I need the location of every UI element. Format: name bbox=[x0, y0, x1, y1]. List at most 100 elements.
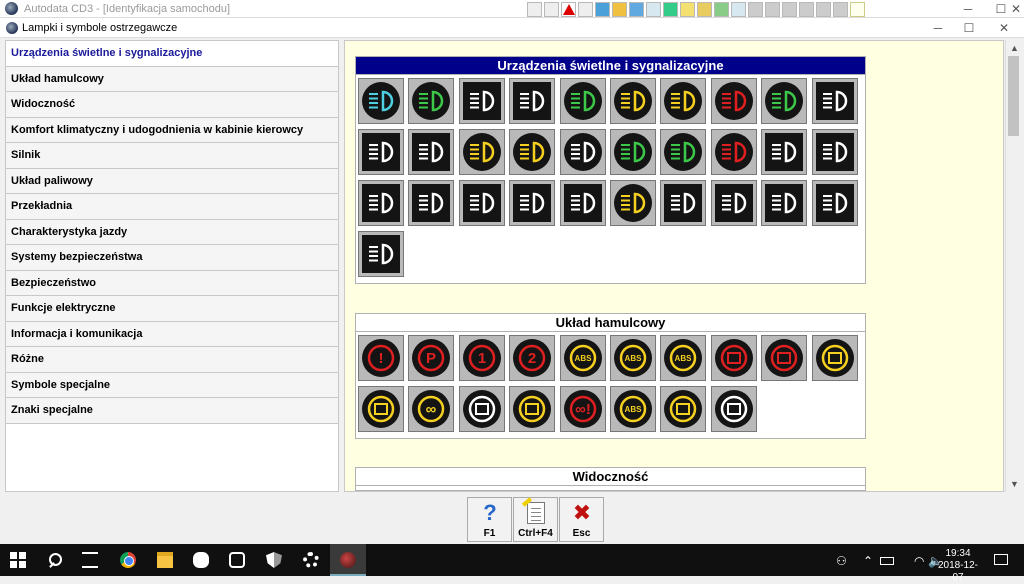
warning-symbol[interactable] bbox=[609, 128, 659, 179]
menu-item[interactable]: Silnik bbox=[6, 143, 338, 169]
notification-icon[interactable] bbox=[994, 554, 1008, 565]
menu-item[interactable]: Układ paliwowy bbox=[6, 168, 338, 194]
scroll-up-icon[interactable]: ▲ bbox=[1010, 43, 1019, 53]
outer-minimize-button[interactable]: ─ bbox=[952, 0, 984, 18]
warning-symbol[interactable] bbox=[458, 77, 508, 128]
warning-symbol[interactable] bbox=[811, 334, 861, 385]
warning-symbol[interactable] bbox=[357, 128, 407, 179]
menu-item[interactable]: Systemy bezpieczeństwa bbox=[6, 245, 338, 271]
warning-symbol[interactable] bbox=[458, 385, 508, 436]
warning-symbol[interactable] bbox=[559, 77, 609, 128]
first-page-icon[interactable] bbox=[527, 2, 542, 17]
warning-symbol[interactable] bbox=[508, 385, 558, 436]
system-clock[interactable]: 19:34 2018-12-07 bbox=[936, 548, 980, 584]
warning-symbol[interactable] bbox=[609, 179, 659, 230]
warning-symbol[interactable] bbox=[407, 179, 457, 230]
notes-icon[interactable] bbox=[850, 2, 865, 17]
warning-symbol[interactable] bbox=[659, 385, 709, 436]
warning-symbol[interactable]: ∞ bbox=[407, 385, 457, 436]
inner-maximize-button[interactable]: ☐ bbox=[953, 19, 985, 37]
warning-symbol[interactable] bbox=[559, 128, 609, 179]
warning-symbol[interactable]: P bbox=[407, 334, 457, 385]
warning-symbol[interactable] bbox=[710, 128, 760, 179]
warning-symbol[interactable] bbox=[609, 77, 659, 128]
warning-symbol[interactable] bbox=[760, 128, 810, 179]
battery-icon[interactable] bbox=[880, 557, 894, 565]
warning-symbol[interactable]: ∞! bbox=[559, 385, 609, 436]
warning-lamps-icon[interactable] bbox=[561, 2, 576, 17]
warning-symbol[interactable] bbox=[508, 179, 558, 230]
warning-symbol[interactable] bbox=[760, 77, 810, 128]
file-explorer-icon[interactable] bbox=[157, 552, 173, 568]
scroll-thumb[interactable] bbox=[1008, 56, 1019, 136]
chevron-up-icon[interactable]: ⌃ bbox=[863, 554, 873, 568]
people-icon[interactable]: ⚇ bbox=[836, 554, 847, 568]
abs-tool-icon[interactable] bbox=[782, 2, 797, 17]
menu-item[interactable]: Symbole specjalne bbox=[6, 372, 338, 398]
warning-symbol[interactable] bbox=[710, 77, 760, 128]
warning-symbol[interactable] bbox=[559, 179, 609, 230]
menu-item[interactable]: Informacja i komunikacja bbox=[6, 321, 338, 347]
copy-button[interactable]: Ctrl+F4 bbox=[513, 497, 558, 542]
warning-symbol[interactable] bbox=[760, 179, 810, 230]
inner-minimize-button[interactable]: ─ bbox=[922, 19, 954, 37]
warning-symbol[interactable] bbox=[458, 179, 508, 230]
warning-symbol[interactable] bbox=[357, 77, 407, 128]
belt-icon[interactable] bbox=[816, 2, 831, 17]
repair-times-icon[interactable] bbox=[697, 2, 712, 17]
outer-close-button[interactable]: ✕ bbox=[1008, 0, 1024, 18]
warning-symbol[interactable] bbox=[710, 385, 760, 436]
menu-item[interactable]: Urządzenia świetlne i sygnalizacyjne bbox=[6, 41, 338, 67]
exit-button[interactable]: ✖ Esc bbox=[559, 497, 604, 542]
engine-icon[interactable] bbox=[680, 2, 695, 17]
scroll-down-icon[interactable]: ▼ bbox=[1010, 479, 1019, 489]
warning-symbol[interactable] bbox=[760, 334, 810, 385]
warning-symbol[interactable] bbox=[508, 77, 558, 128]
prev-page-icon[interactable] bbox=[544, 2, 559, 17]
warning-symbol[interactable]: 2 bbox=[508, 334, 558, 385]
menu-item[interactable]: Komfort klimatyczny i udogodnienia w kab… bbox=[6, 117, 338, 143]
vertical-scrollbar[interactable]: ▲ ▼ bbox=[1005, 40, 1020, 492]
wiring-icon[interactable] bbox=[663, 2, 678, 17]
menu-item[interactable]: Charakterystyka jazdy bbox=[6, 219, 338, 245]
warning-symbol[interactable] bbox=[357, 385, 407, 436]
warning-symbol[interactable]: ABS bbox=[659, 334, 709, 385]
tyres-icon[interactable] bbox=[714, 2, 729, 17]
warning-symbol[interactable] bbox=[659, 179, 709, 230]
warning-symbol[interactable]: ! bbox=[357, 334, 407, 385]
warning-symbol[interactable] bbox=[357, 179, 407, 230]
warning-symbol[interactable] bbox=[407, 77, 457, 128]
warning-symbol[interactable]: ABS bbox=[609, 385, 659, 436]
help-button[interactable]: ? F1 bbox=[467, 497, 512, 542]
diagnostics-icon[interactable] bbox=[646, 2, 661, 17]
warning-symbol[interactable]: ABS bbox=[559, 334, 609, 385]
service-icon[interactable] bbox=[595, 2, 610, 17]
menu-item[interactable]: Różne bbox=[6, 347, 338, 373]
menu-item[interactable]: Układ hamulcowy bbox=[6, 66, 338, 92]
menu-item[interactable]: Bezpieczeństwo bbox=[6, 270, 338, 296]
warning-symbol[interactable]: ABS bbox=[609, 334, 659, 385]
wifi-icon[interactable]: ◠ bbox=[914, 554, 924, 568]
chrome-icon[interactable] bbox=[120, 552, 136, 568]
warning-symbol[interactable] bbox=[811, 128, 861, 179]
windows-start-icon[interactable] bbox=[10, 552, 26, 568]
warning-symbol[interactable]: 1 bbox=[458, 334, 508, 385]
flag-icon[interactable] bbox=[578, 2, 593, 17]
car-icon[interactable] bbox=[833, 2, 848, 17]
menu-item[interactable]: Funkcje elektryczne bbox=[6, 296, 338, 322]
timing-icon[interactable] bbox=[629, 2, 644, 17]
warning-symbol[interactable] bbox=[710, 179, 760, 230]
battery-icon[interactable] bbox=[731, 2, 746, 17]
warning-symbol[interactable] bbox=[659, 77, 709, 128]
app-icon[interactable] bbox=[193, 552, 209, 568]
warning-symbol[interactable] bbox=[710, 334, 760, 385]
aircon-icon[interactable] bbox=[765, 2, 780, 17]
task-view-icon[interactable] bbox=[82, 552, 98, 568]
autodata-taskbar-icon[interactable] bbox=[330, 544, 366, 576]
defender-icon[interactable] bbox=[266, 552, 282, 568]
key-icon[interactable] bbox=[799, 2, 814, 17]
menu-item[interactable]: Znaki specjalne bbox=[6, 398, 338, 424]
warning-symbol[interactable] bbox=[659, 128, 709, 179]
warning-symbol[interactable] bbox=[811, 179, 861, 230]
search-icon[interactable] bbox=[47, 552, 63, 568]
